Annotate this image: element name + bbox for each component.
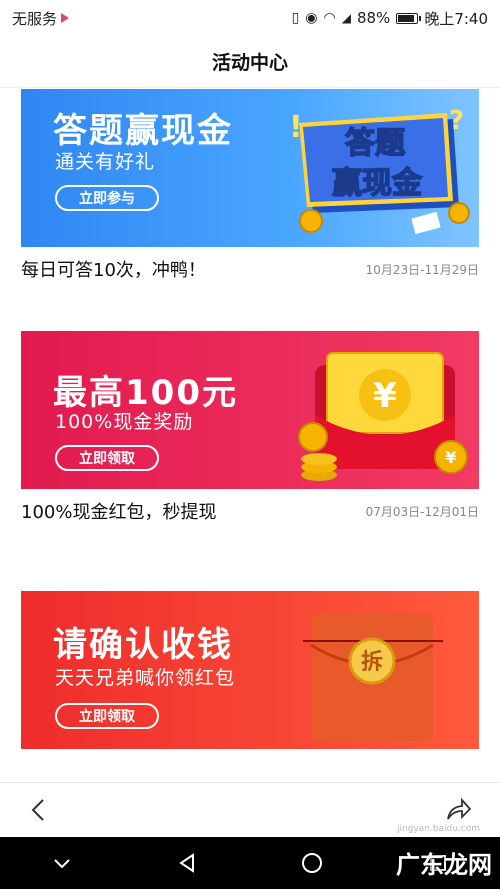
svg-text:¥: ¥ [445, 448, 456, 467]
banner-quiz[interactable]: 答题赢现金 通关有好礼 立即参与 答题 赢现金 ! ? [21, 89, 479, 247]
share-icon[interactable] [444, 797, 472, 823]
banner-subtitle: 100%现金奖励 [55, 411, 194, 433]
card-caption: 100%现金红包，秒提现 [21, 502, 217, 523]
banner-cash[interactable]: 最高100元 100%现金奖励 立即领取 ¥ ¥ [21, 331, 479, 489]
back-arrow-icon[interactable] [28, 797, 48, 823]
watermark-small: jingyan.baidu.com [396, 824, 480, 834]
activity-card-brothers[interactable]: 请确认收钱 天天兄弟喊你领红包 立即领取 拆 [21, 591, 479, 749]
banner-subtitle: 天天兄弟喊你领红包 [55, 667, 236, 689]
watermark-large: 广东龙网 [396, 850, 492, 879]
battery-percent: 88% [356, 9, 391, 27]
banner-title: 答题赢现金 [53, 111, 233, 151]
activity-list[interactable]: 答题赢现金 通关有好礼 立即参与 答题 赢现金 ! ? 每日可答10次，冲鸭！ … [0, 88, 500, 778]
activity-card-cash[interactable]: 最高100元 100%现金奖励 立即领取 ¥ ¥ 100%现金红包，秒提现 07… [21, 331, 479, 533]
page-title-bar: 活动中心 [0, 36, 500, 88]
open-envelope-art: 拆 [303, 613, 443, 741]
banner-subtitle: 通关有好礼 [55, 151, 156, 173]
red-envelope-art: ¥ ¥ [298, 352, 468, 481]
card-caption: 每日可答10次，冲鸭！ [21, 260, 206, 281]
activity-card-quiz[interactable]: 答题赢现金 通关有好礼 立即参与 答题 赢现金 ! ? 每日可答10次，冲鸭！ … [21, 89, 479, 291]
card-date: 10月23日-11月29日 [365, 262, 479, 277]
card-date: 07月03日-12月01日 [365, 504, 479, 519]
no-signal-icon: ◢ [341, 11, 351, 25]
carrier-label: 无服务 [12, 9, 58, 28]
vibrate-icon: ▯ [291, 10, 300, 26]
claim-button[interactable]: 立即领取 [55, 445, 159, 471]
banner-title: 请确认收钱 [53, 625, 233, 665]
nav-back-icon[interactable] [176, 852, 198, 874]
svg-text:?: ? [449, 106, 464, 136]
browser-nav-bar: jingyan.baidu.com [0, 782, 500, 837]
yuan-symbol: ¥ [373, 376, 397, 416]
banner-brothers[interactable]: 请确认收钱 天天兄弟喊你领红包 立即领取 拆 [21, 591, 479, 749]
eye-icon: ◉ [305, 10, 318, 26]
quiz-cash-art: 答题 赢现金 ! ? [289, 106, 470, 235]
wifi-icon: ◠ [323, 10, 336, 26]
page-title: 活动中心 [211, 52, 288, 74]
claim-button[interactable]: 立即领取 [55, 703, 159, 729]
status-bar: 无服务 ▯ ◉ ◠ ◢ 88% 晚上7:40 [0, 0, 500, 36]
art-text-1: 答题 [345, 126, 405, 161]
svg-text:!: ! [289, 110, 303, 145]
art-text-2: 赢现金 [332, 166, 423, 201]
chevron-down-icon[interactable] [51, 852, 73, 874]
join-button[interactable]: 立即参与 [55, 185, 159, 211]
open-symbol: 拆 [361, 650, 383, 675]
home-icon[interactable] [300, 851, 324, 875]
battery-icon [396, 12, 422, 24]
play-store-icon [61, 13, 70, 23]
clock: 晚上7:40 [424, 9, 488, 28]
